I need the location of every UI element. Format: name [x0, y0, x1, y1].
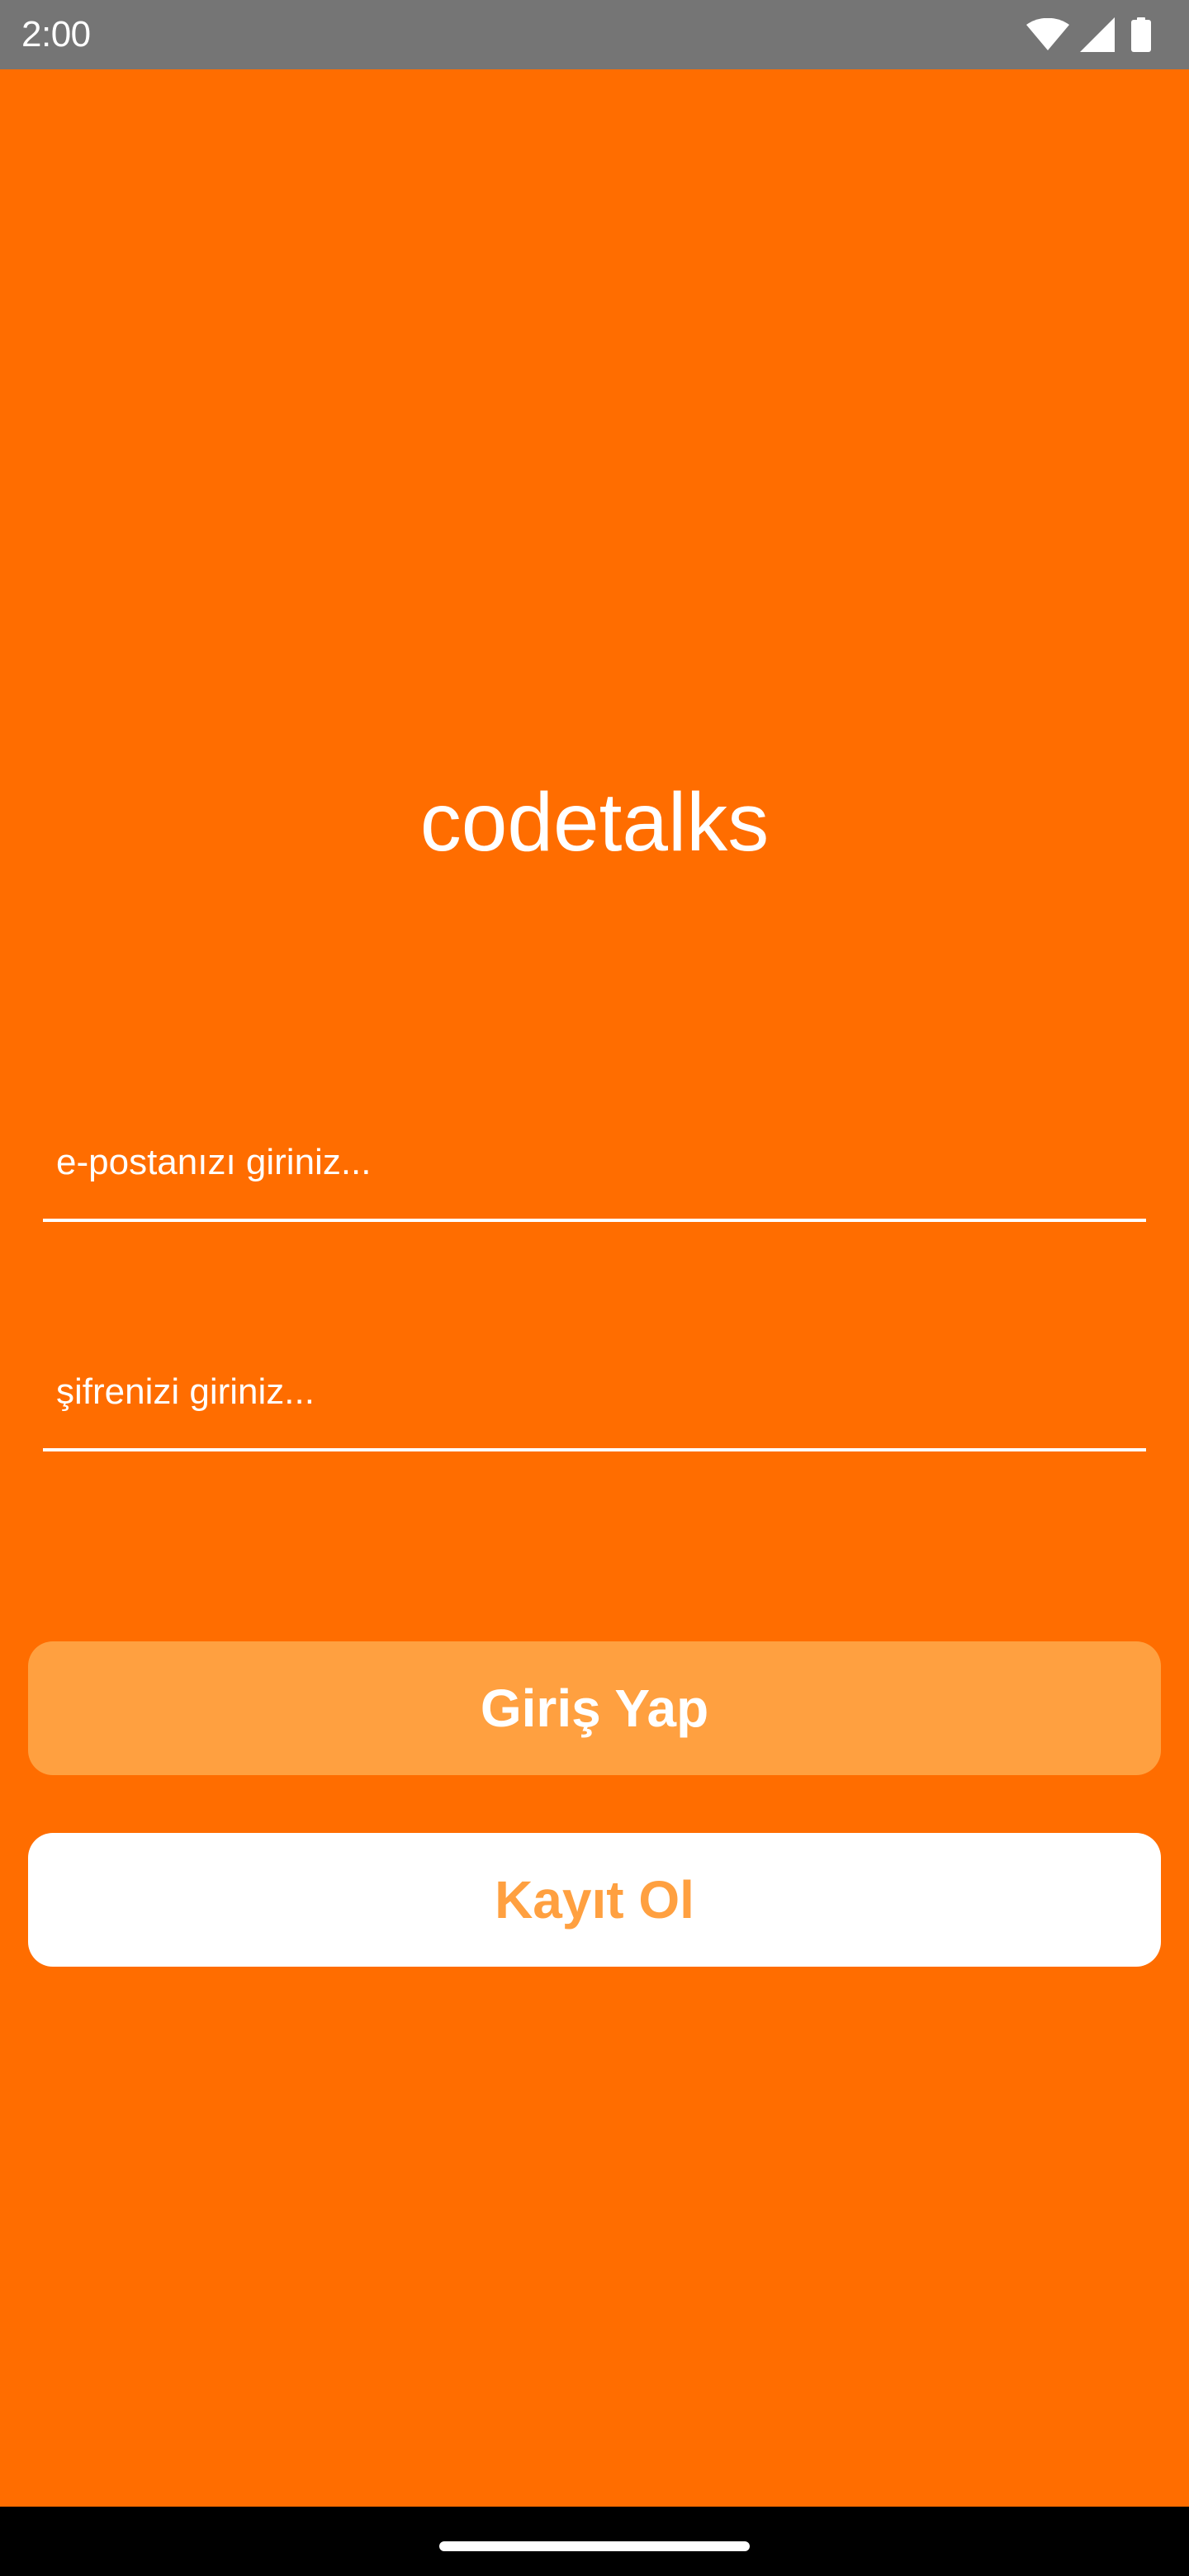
login-screen: codetalks Giriş Yap Kayıt Ol	[0, 69, 1189, 2507]
home-gesture-handle[interactable]	[439, 2541, 750, 2551]
battery-icon	[1131, 17, 1151, 52]
app-title: codetalks	[419, 776, 770, 869]
status-time: 2:00	[21, 14, 91, 54]
email-field[interactable]	[43, 1106, 1146, 1219]
signal-icon	[1080, 17, 1115, 52]
password-field-container	[43, 1336, 1146, 1451]
navigation-bar	[0, 2507, 1189, 2576]
password-field[interactable]	[43, 1336, 1146, 1448]
wifi-icon	[1026, 18, 1069, 50]
login-button[interactable]: Giriş Yap	[28, 1641, 1161, 1775]
email-field-container	[43, 1106, 1146, 1222]
status-icons	[1026, 15, 1151, 54]
status-bar: 2:00	[0, 0, 1189, 69]
register-button[interactable]: Kayıt Ol	[28, 1833, 1161, 1967]
